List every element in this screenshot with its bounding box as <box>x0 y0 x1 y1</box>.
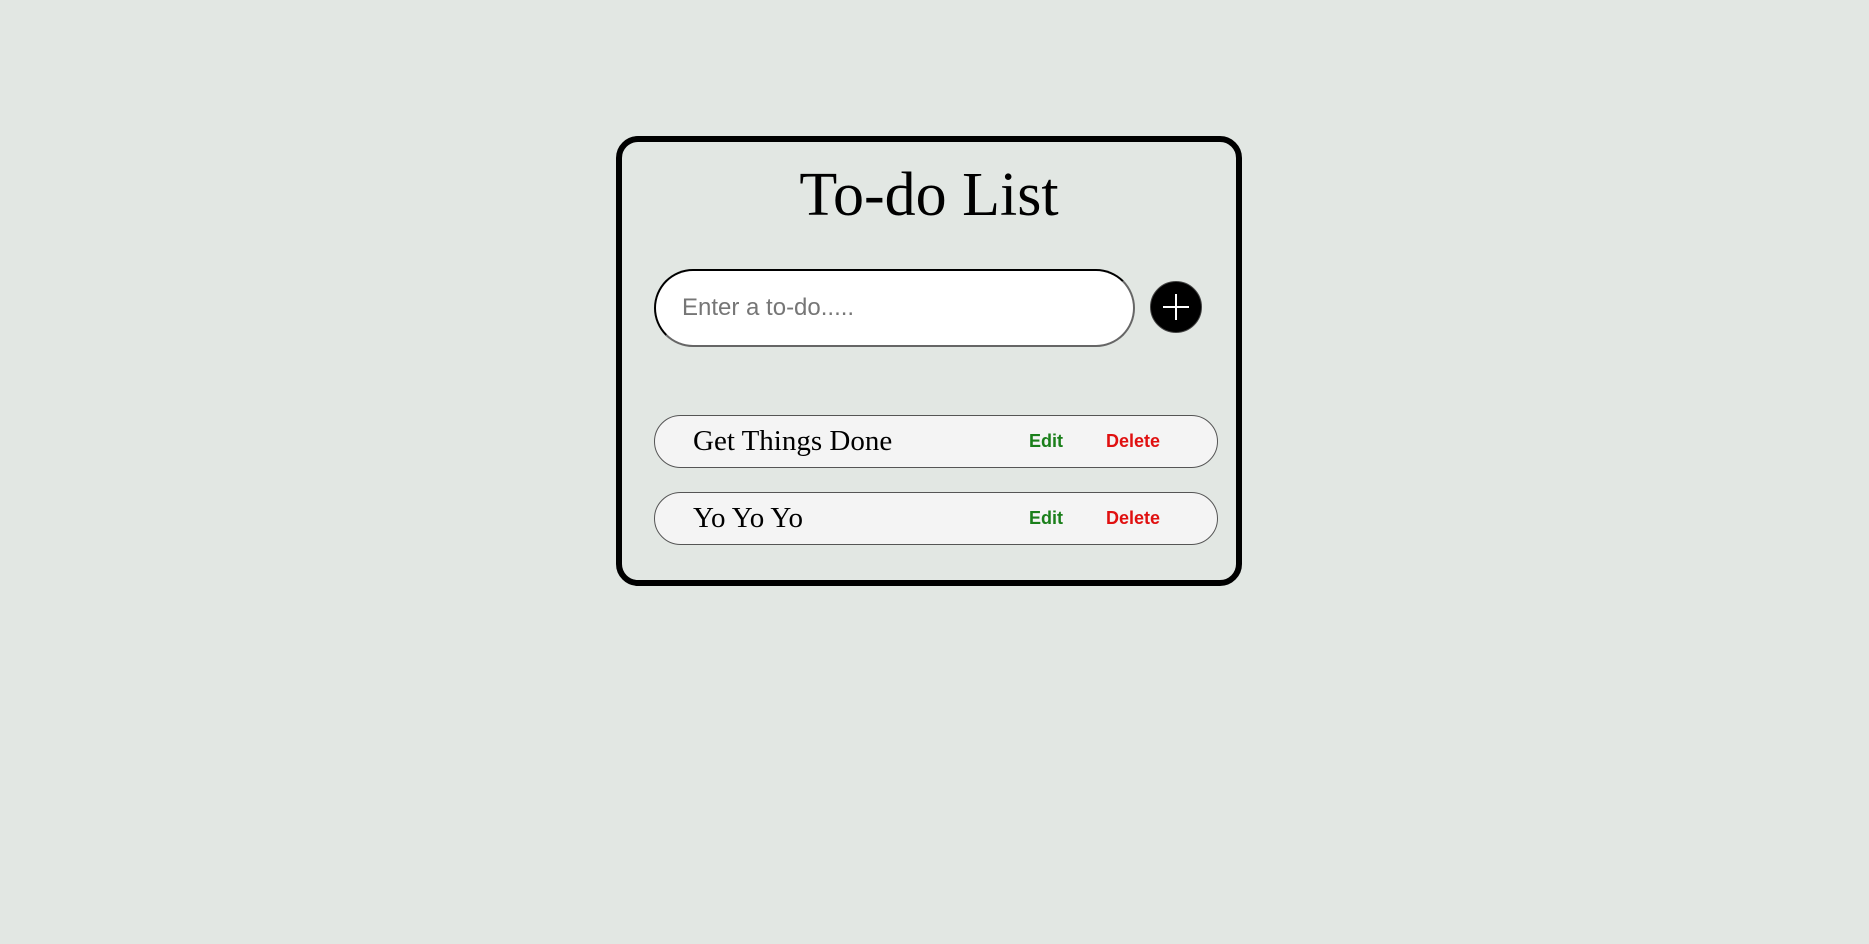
add-todo-button[interactable] <box>1150 281 1202 333</box>
todo-item: Get Things Done Edit Delete <box>654 415 1218 468</box>
todo-input[interactable] <box>654 269 1135 347</box>
todo-card: To-do List Get Things Done Edit Delete Y… <box>616 136 1242 586</box>
edit-button[interactable]: Edit <box>1029 416 1063 467</box>
plus-icon <box>1163 294 1189 320</box>
edit-button[interactable]: Edit <box>1029 493 1063 544</box>
page-title: To-do List <box>799 161 1059 229</box>
todo-item-text: Yo Yo Yo <box>693 502 803 534</box>
todo-item: Yo Yo Yo Edit Delete <box>654 492 1218 545</box>
todo-item-text: Get Things Done <box>693 425 893 457</box>
todo-list: Get Things Done Edit Delete Yo Yo Yo Edi… <box>654 415 1218 569</box>
delete-button[interactable]: Delete <box>1106 416 1160 467</box>
delete-button[interactable]: Delete <box>1106 493 1160 544</box>
